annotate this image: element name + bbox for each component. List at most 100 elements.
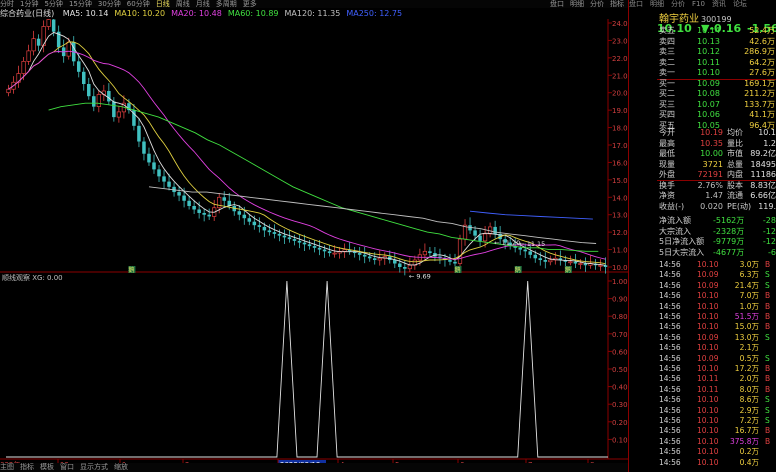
period-tab[interactable]: 5分钟 (44, 0, 62, 8)
top-right-tab[interactable]: 分价 (590, 0, 604, 8)
tick-price: 10.10 (697, 416, 719, 425)
bottom-tool[interactable]: 窗口 (60, 463, 74, 471)
period-tab[interactable]: 30分钟 (98, 0, 121, 8)
period-tab[interactable]: 60分钟 (127, 0, 150, 8)
stat-row: 收益(-) 0.020 PE(动) 119. (629, 202, 776, 213)
tick-time: 14:56 (659, 280, 681, 290)
y-tick-label: 17.00 (612, 142, 628, 150)
order-book-row: 买一 10.09 169.1万 (629, 79, 776, 90)
flow-label: 净流入额 (659, 216, 691, 225)
candle-body (327, 251, 332, 254)
candle-body (192, 206, 196, 210)
candle-body (252, 221, 257, 226)
period-tab[interactable]: 1分钟 (20, 0, 38, 8)
candle-body (157, 169, 161, 177)
stat-value: 10.35 (700, 138, 723, 148)
period-tab[interactable]: 多周期 (216, 0, 237, 8)
tick-row: 14:56 10.10 7.2万 S (629, 416, 776, 426)
candle-body (207, 214, 211, 217)
candle-body (257, 225, 262, 227)
tick-row: 14:56 10.10 3.0万 B (629, 260, 776, 270)
candle-body (302, 242, 307, 245)
stat-label: 现量 (659, 159, 675, 169)
bottom-tool[interactable]: 缩放 (114, 463, 128, 471)
quote-tab[interactable]: 明细 (650, 0, 664, 8)
y-tick-label: 21.00 (612, 72, 628, 80)
stat-row: 现量 3721 总量 18495 (629, 160, 776, 171)
stat-label: 今开 (659, 128, 675, 137)
event-marker-label: 鹅 (128, 266, 134, 274)
tick-time: 14:56 (659, 447, 681, 457)
indicator-title: 顺线观察 XG: 0.00 (2, 273, 63, 282)
candle-body (453, 261, 457, 264)
order-book-label: 买二 (659, 89, 675, 98)
candle-body (6, 88, 11, 94)
order-book-row: 卖一 10.10 27.6万 (629, 68, 776, 79)
stat-value: 2.76% (697, 180, 723, 190)
candle-body (267, 230, 272, 233)
flow-value: -2328万 (713, 226, 745, 236)
candle-body (107, 90, 111, 102)
stat-row: 净资 1.47 流通 6.66亿 (629, 191, 776, 202)
tick-volume: 8.0万 (739, 384, 759, 394)
y-tick-label: 13.00 (612, 212, 628, 220)
tick-time: 14:56 (659, 436, 681, 446)
candle-body (21, 60, 26, 74)
tick-volume: 6.3万 (739, 270, 759, 280)
candle-body (523, 249, 527, 252)
tick-time: 14:56 (659, 270, 681, 280)
quote-tab[interactable]: 论坛 (733, 0, 747, 8)
candle-body (262, 226, 267, 231)
kline-chart[interactable]: 24.00 23.00 22.00 21.00 20.00 19.00 18.00 17.00… (0, 19, 628, 471)
ma-value: MA10: 10.20 (114, 9, 166, 18)
candle-body (543, 260, 548, 262)
tick-volume: 375.8万 (730, 436, 759, 446)
stat-row: 最高 10.35 量比 1.2 (629, 139, 776, 150)
period-tab[interactable]: 15分钟 (69, 0, 92, 8)
stat-value: 10.00 (700, 149, 723, 158)
quote-tab[interactable]: 盘口 (629, 0, 643, 8)
order-book-price: 10.12 (697, 47, 720, 56)
order-book-price: 10.07 (697, 99, 720, 109)
candle-body (297, 240, 302, 243)
tick-price: 10.11 (697, 384, 719, 394)
period-tab[interactable]: 月线 (196, 0, 210, 8)
tick-volume: 21.4万 (734, 280, 759, 290)
order-book-row: 买四 10.06 41.1万 (629, 110, 776, 121)
stat-label: 最低 (659, 149, 675, 158)
quote-tab[interactable]: F10 (692, 0, 705, 8)
bottom-tool[interactable]: 模板 (40, 463, 54, 471)
quote-tab[interactable]: 分价 (671, 0, 685, 8)
candle-body (92, 96, 96, 107)
indicator-y-label: 0.90 (612, 296, 628, 304)
bottom-tool[interactable]: 指标 (20, 463, 34, 471)
tick-side: B (765, 301, 771, 311)
period-tab[interactable]: 周线 (176, 0, 190, 8)
top-right-tab[interactable]: 明细 (570, 0, 584, 8)
order-book-price: 10.10 (697, 68, 720, 77)
period-tab[interactable]: 更多 (243, 0, 257, 8)
tick-time: 14:56 (659, 301, 681, 311)
quote-tab[interactable]: 资讯 (712, 0, 726, 8)
bottom-tool[interactable]: 主图 (0, 463, 14, 471)
stat-label: 总量 (727, 159, 743, 169)
top-right-tab[interactable]: 指标 (610, 0, 624, 8)
price-annotation: ← 11.20 (494, 239, 520, 247)
flow-value: -4677万 (713, 247, 745, 257)
bottom-tool[interactable]: 显示方式 (80, 463, 108, 471)
flow-row: 净流入额 -5162万 -28 (629, 216, 776, 227)
tick-volume: 16.7万 (734, 426, 759, 436)
candle-body (317, 247, 322, 250)
tick-side: S (765, 332, 770, 342)
period-tab[interactable]: 分时 (0, 0, 14, 8)
candle-body (242, 214, 247, 219)
tick-side: S (765, 353, 770, 363)
top-right-tab[interactable]: 盘口 (550, 0, 564, 8)
period-tab[interactable]: 日线 (156, 0, 170, 8)
tick-time: 14:56 (659, 395, 681, 405)
candle-body (272, 232, 277, 234)
candle-body (598, 264, 603, 267)
stat-value: 10.1 (758, 128, 776, 137)
y-tick-label: 23.00 (612, 37, 628, 45)
tick-time: 14:56 (659, 426, 681, 436)
